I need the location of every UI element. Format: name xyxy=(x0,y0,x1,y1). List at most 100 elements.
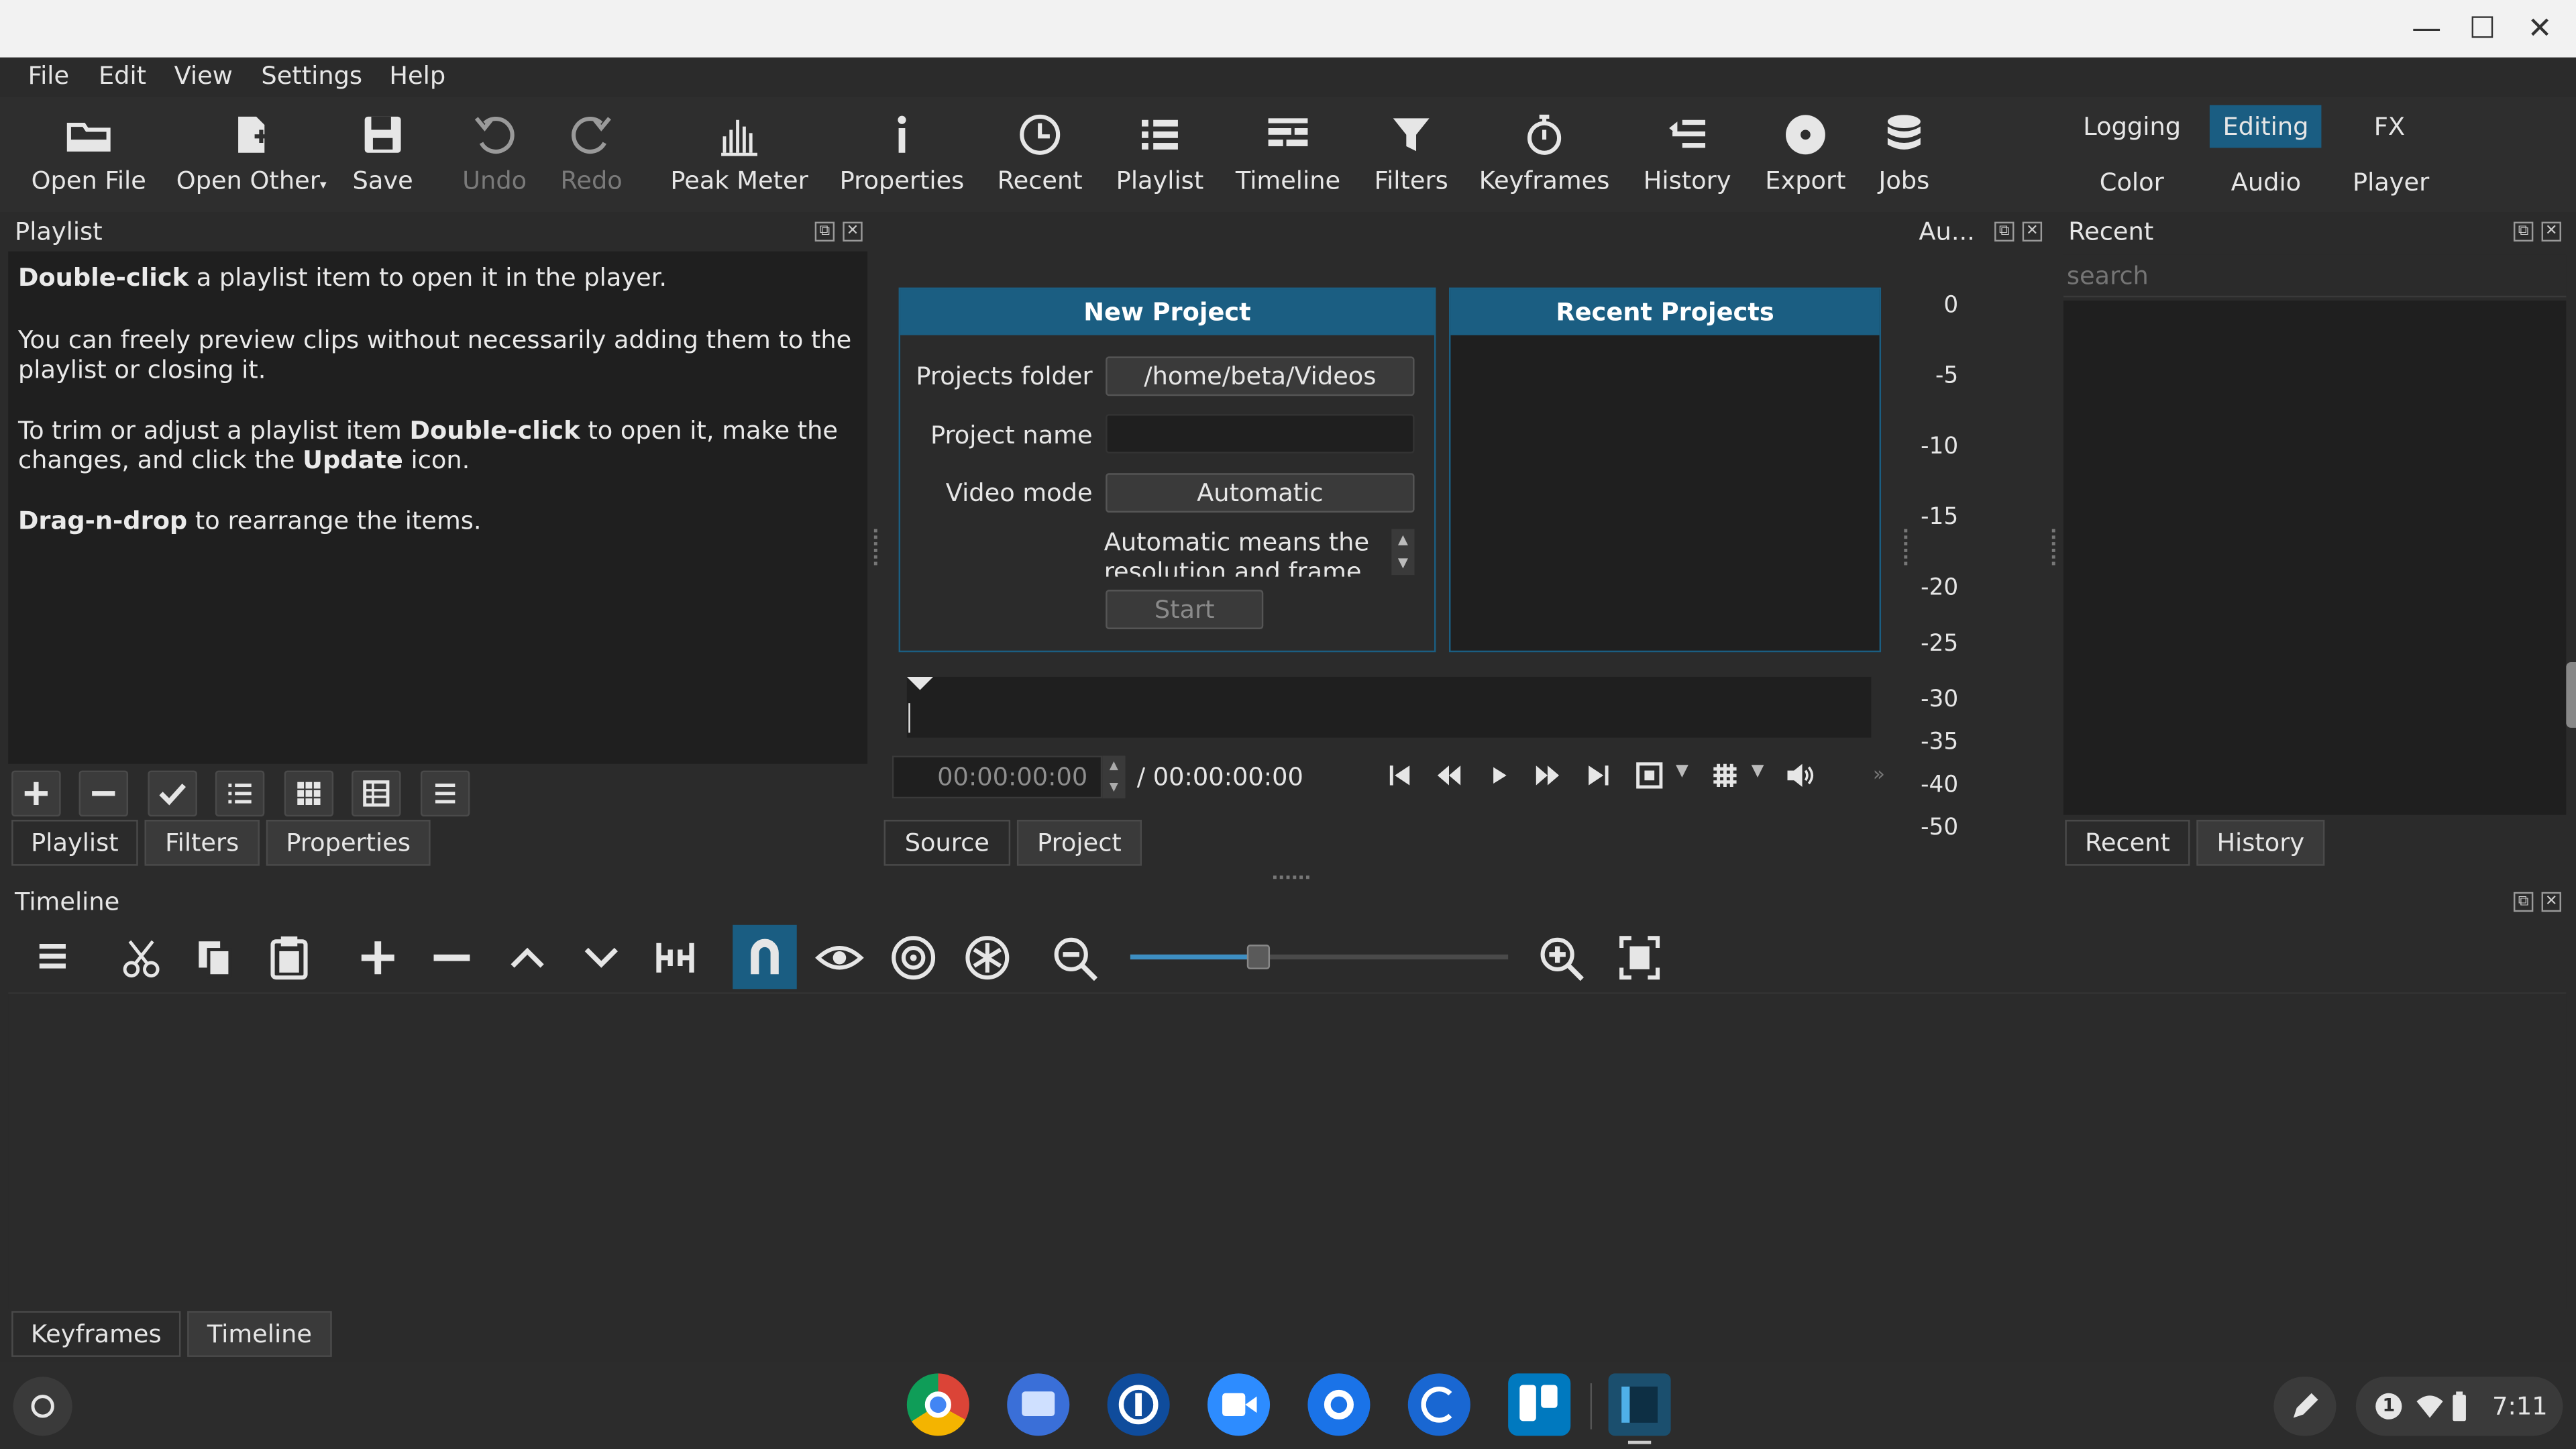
tiled-view-button[interactable] xyxy=(352,770,401,817)
peak-meter-button[interactable]: Peak Meter xyxy=(665,110,813,209)
tab-properties[interactable]: Properties xyxy=(266,820,431,866)
keyframes-button[interactable]: Keyframes xyxy=(1475,110,1613,209)
remove-item-button[interactable] xyxy=(78,770,129,817)
ripple-all-tracks-icon[interactable] xyxy=(961,930,1014,985)
minimize-button[interactable]: — xyxy=(2405,8,2448,51)
float-dock-icon[interactable]: ⧉ xyxy=(1994,221,2015,242)
scroll-down-icon[interactable]: ▼ xyxy=(1391,552,1414,575)
recent-button[interactable]: Recent xyxy=(992,110,1087,209)
scrub-bar[interactable] xyxy=(906,676,1872,738)
skip-previous-icon[interactable] xyxy=(1383,759,1416,792)
recent-list[interactable] xyxy=(2063,301,2567,815)
close-dock-icon[interactable]: ✕ xyxy=(843,221,863,242)
launcher-button[interactable] xyxy=(13,1377,72,1436)
append-icon[interactable] xyxy=(354,930,402,985)
note-scrollbar[interactable]: ▲ ▼ xyxy=(1391,529,1415,576)
zoom-slider-handle[interactable] xyxy=(1246,945,1271,969)
paste-icon[interactable] xyxy=(264,930,313,985)
zoom-dropdown-icon[interactable]: ▼ xyxy=(1676,762,1688,780)
project-name-input[interactable] xyxy=(1106,414,1415,453)
scrub-eye-icon[interactable] xyxy=(813,930,865,985)
settings-icon[interactable] xyxy=(1307,1373,1371,1436)
zoom-in-icon[interactable] xyxy=(1538,930,1590,985)
workspace-logging[interactable]: Logging xyxy=(2070,105,2194,148)
splitter-handle[interactable] xyxy=(873,529,879,566)
scroll-up-icon[interactable]: ▲ xyxy=(1391,529,1414,552)
volume-icon[interactable] xyxy=(1782,759,1815,792)
zoom-fit-icon[interactable] xyxy=(1633,759,1666,792)
tab-recent[interactable]: Recent xyxy=(2065,820,2190,866)
menu-view[interactable]: View xyxy=(174,61,233,91)
trello-icon[interactable] xyxy=(1508,1373,1571,1436)
playlist-menu-button[interactable] xyxy=(420,770,470,817)
workspace-color[interactable]: Color xyxy=(2086,161,2177,204)
playlist-area[interactable]: Double-click a playlist item to open it … xyxy=(8,251,868,764)
rewind-icon[interactable] xyxy=(1433,759,1466,792)
chrome-icon[interactable] xyxy=(906,1373,969,1436)
tab-playlist[interactable]: Playlist xyxy=(11,820,138,866)
projects-folder-button[interactable]: /home/beta/Videos xyxy=(1106,356,1415,396)
timecode-input[interactable]: 00:00:00:00 xyxy=(892,755,1103,799)
skip-next-icon[interactable] xyxy=(1582,759,1615,792)
workspace-editing[interactable]: Editing xyxy=(2209,105,2322,148)
undo-button[interactable]: Undo xyxy=(457,110,533,209)
jobs-button[interactable]: Jobs xyxy=(1870,110,1939,209)
icon-view-button[interactable] xyxy=(284,770,334,817)
timecode-spinner[interactable]: ▲ ▼ xyxy=(1102,755,1126,799)
zoom-fit-timeline-icon[interactable] xyxy=(1613,930,1666,985)
zoom-app-icon[interactable] xyxy=(1208,1373,1271,1436)
files-icon[interactable] xyxy=(1007,1373,1070,1436)
export-button[interactable]: Export xyxy=(1760,110,1851,209)
snap-button[interactable] xyxy=(733,924,797,989)
tab-timeline[interactable]: Timeline xyxy=(187,1311,332,1357)
float-dock-icon[interactable]: ⧉ xyxy=(814,221,835,242)
zoom-slider[interactable] xyxy=(1130,932,1509,981)
copy-icon[interactable] xyxy=(191,930,239,985)
close-dock-icon[interactable]: ✕ xyxy=(2541,892,2561,912)
splitter-handle[interactable] xyxy=(1904,529,1909,566)
zoom-out-icon[interactable] xyxy=(1051,930,1104,985)
workspace-fx[interactable]: FX xyxy=(2361,105,2418,148)
playlist-button[interactable]: Playlist xyxy=(1111,110,1210,209)
tab-filters[interactable]: Filters xyxy=(144,820,260,866)
timeline-menu-icon[interactable] xyxy=(32,930,74,985)
save-button[interactable]: Save xyxy=(345,110,421,209)
tab-keyframes[interactable]: Keyframes xyxy=(11,1311,181,1357)
close-dock-icon[interactable]: ✕ xyxy=(2022,221,2043,242)
playhead-icon[interactable] xyxy=(906,676,934,690)
stylus-tools-button[interactable] xyxy=(2273,1377,2337,1436)
splitter-handle[interactable] xyxy=(2051,529,2057,566)
open-other-button[interactable]: Open Other▾ xyxy=(172,110,330,209)
ripple-delete-icon[interactable] xyxy=(427,930,476,985)
menu-edit[interactable]: Edit xyxy=(99,61,146,91)
properties-button[interactable]: Properties xyxy=(835,110,969,209)
recent-search-input[interactable] xyxy=(2063,254,2567,298)
menu-help[interactable]: Help xyxy=(389,61,445,91)
tab-project[interactable]: Project xyxy=(1016,820,1142,866)
close-button[interactable]: ✕ xyxy=(2518,8,2561,51)
timeline-button[interactable]: Timeline xyxy=(1230,110,1345,209)
close-dock-icon[interactable]: ✕ xyxy=(2541,221,2561,242)
filters-button[interactable]: Filters xyxy=(1367,110,1456,209)
maximize-button[interactable]: ☐ xyxy=(2461,8,2504,51)
workspace-player[interactable]: Player xyxy=(2339,161,2443,204)
timeline-track-area[interactable] xyxy=(8,992,2567,1309)
start-button[interactable]: Start xyxy=(1106,590,1264,629)
overflow-chevron-icon[interactable]: » xyxy=(1873,762,1885,785)
tab-source[interactable]: Source xyxy=(883,820,1011,866)
lift-icon[interactable] xyxy=(502,930,551,985)
ripple-icon[interactable] xyxy=(887,930,939,985)
password-manager-icon[interactable] xyxy=(1107,1373,1170,1436)
open-file-button[interactable]: Open File xyxy=(23,110,154,209)
shotcut-icon[interactable] xyxy=(1608,1373,1671,1436)
float-dock-icon[interactable]: ⧉ xyxy=(2513,892,2534,912)
tab-history[interactable]: History xyxy=(2196,820,2325,866)
cut-icon[interactable] xyxy=(117,930,166,985)
add-item-button[interactable] xyxy=(11,770,61,817)
edge-scroll-handle[interactable] xyxy=(2566,661,2576,728)
split-icon[interactable] xyxy=(651,930,700,985)
menu-file[interactable]: File xyxy=(28,61,69,91)
play-icon[interactable] xyxy=(1483,759,1516,792)
menu-settings[interactable]: Settings xyxy=(261,61,362,91)
grid-overlay-icon[interactable] xyxy=(1709,759,1741,792)
